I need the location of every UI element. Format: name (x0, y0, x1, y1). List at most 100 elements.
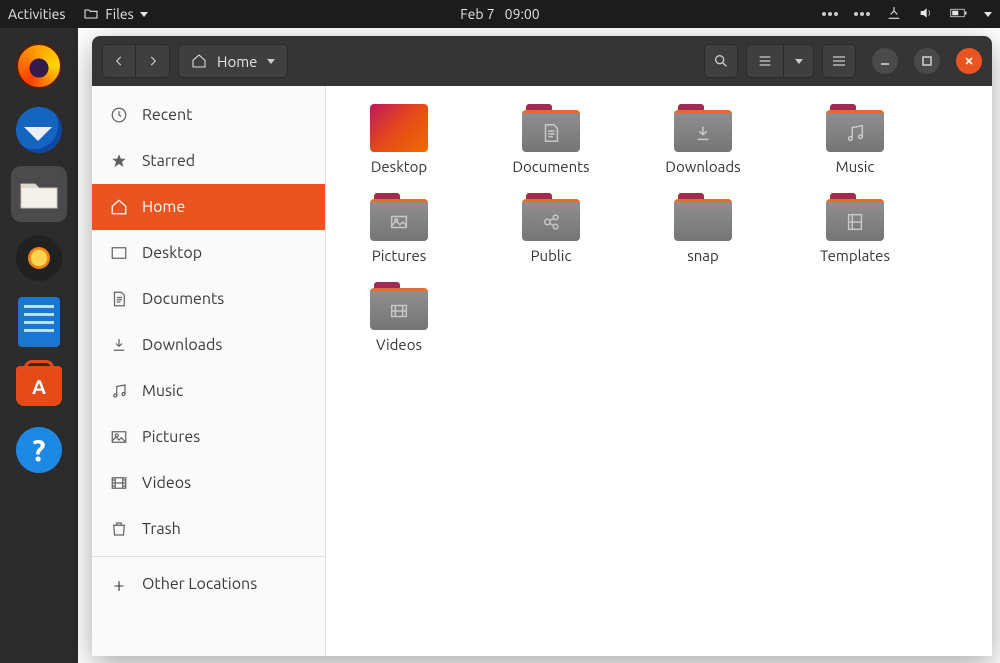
thunderbird-icon (16, 107, 62, 153)
dock-item-thunderbird[interactable] (11, 102, 67, 158)
chevron-down-icon (140, 12, 148, 17)
close-button[interactable] (956, 48, 982, 74)
dock-item-rhythmbox[interactable] (11, 230, 67, 286)
sidebar-item-starred[interactable]: Starred (92, 138, 325, 184)
sidebar-item-desktop[interactable]: Desktop (92, 230, 325, 276)
document-icon (18, 297, 60, 347)
file-label: Music (836, 158, 875, 175)
file-label: Desktop (371, 158, 427, 175)
chevron-down-icon (795, 59, 803, 64)
sidebar-item-pictures[interactable]: Pictures (92, 414, 325, 460)
network-icon[interactable] (886, 5, 902, 24)
panel-date: Feb 7 (460, 6, 494, 22)
file-item[interactable]: Videos (352, 282, 446, 353)
home-icon (110, 198, 128, 216)
file-label: Templates (820, 247, 890, 264)
forward-button[interactable] (136, 44, 170, 78)
sidebar-item-label: Home (142, 198, 185, 216)
shopping-bag-icon (16, 366, 62, 406)
app-menu-files[interactable]: Files (83, 6, 147, 22)
dock-item-writer[interactable] (11, 294, 67, 350)
desktop-thumbnail-icon (370, 104, 428, 152)
pictures-icon (110, 428, 128, 446)
sidebar-item-other-locations[interactable]: + Other Locations (92, 561, 325, 607)
back-button[interactable] (102, 44, 136, 78)
speaker-icon (16, 235, 62, 281)
sidebar-item-trash[interactable]: Trash (92, 506, 325, 552)
dock-item-files[interactable] (11, 166, 67, 222)
dock-item-help[interactable]: ? (11, 422, 67, 478)
folder-icon (674, 193, 732, 241)
sidebar-item-label: Videos (142, 474, 191, 492)
path-label: Home (217, 53, 257, 70)
sidebar-item-documents[interactable]: Documents (92, 276, 325, 322)
view-options-button[interactable] (784, 44, 814, 78)
help-icon: ? (16, 427, 62, 473)
hamburger-menu-button[interactable] (822, 44, 856, 78)
separator (92, 556, 325, 557)
sidebar-item-label: Recent (142, 106, 192, 124)
indicator-icon[interactable] (822, 12, 838, 16)
sidebar-item-label: Desktop (142, 244, 202, 262)
folder-icon (674, 104, 732, 152)
gnome-top-panel: Activities Files Feb 7 09:00 (0, 0, 1000, 28)
system-menu-chevron-icon[interactable] (984, 12, 992, 17)
dock-item-firefox[interactable] (11, 38, 67, 94)
sidebar-item-music[interactable]: Music (92, 368, 325, 414)
minimize-button[interactable] (872, 48, 898, 74)
file-item[interactable]: Desktop (352, 104, 446, 175)
folder-icon (83, 6, 99, 22)
sidebar-item-label: Starred (142, 152, 195, 170)
sidebar-item-videos[interactable]: Videos (92, 460, 325, 506)
file-item[interactable]: Pictures (352, 193, 446, 264)
file-item[interactable]: Downloads (656, 104, 750, 175)
folder-icon (522, 104, 580, 152)
file-label: Videos (376, 336, 422, 353)
nautilus-window: Home Recent Starred Home (92, 36, 992, 656)
file-label: snap (687, 247, 719, 264)
folder-icon (370, 193, 428, 241)
sidebar-item-recent[interactable]: Recent (92, 92, 325, 138)
plus-icon: + (110, 573, 128, 596)
file-item[interactable]: Public (504, 193, 598, 264)
file-label: Documents (512, 158, 589, 175)
dock: ? (0, 28, 78, 663)
videos-icon (110, 474, 128, 492)
download-icon (110, 336, 128, 354)
search-button[interactable] (704, 44, 738, 78)
maximize-button[interactable] (914, 48, 940, 74)
document-icon (110, 290, 128, 308)
file-item[interactable]: Templates (808, 193, 902, 264)
app-menu-label: Files (105, 6, 133, 22)
sidebar-item-downloads[interactable]: Downloads (92, 322, 325, 368)
file-item[interactable]: snap (656, 193, 750, 264)
volume-icon[interactable] (918, 5, 934, 24)
list-view-button[interactable] (746, 44, 784, 78)
panel-time: 09:00 (505, 6, 540, 22)
battery-icon[interactable] (950, 6, 968, 23)
dock-item-software[interactable] (11, 358, 67, 414)
trash-icon (110, 520, 128, 538)
indicator-icon[interactable] (854, 12, 870, 16)
path-bar[interactable]: Home (178, 44, 288, 78)
sidebar-item-label: Trash (142, 520, 181, 538)
chevron-down-icon (267, 59, 275, 64)
files-icon (17, 174, 61, 214)
folder-icon (522, 193, 580, 241)
star-icon (110, 152, 128, 170)
clock[interactable]: Feb 7 09:00 (460, 6, 539, 22)
activities-button[interactable]: Activities (8, 6, 65, 22)
header-bar: Home (92, 36, 992, 86)
file-view[interactable]: Desktop Documents Downloads Music Pictures Pu… (326, 86, 992, 656)
sidebar-item-home[interactable]: Home (92, 184, 325, 230)
file-item[interactable]: Documents (504, 104, 598, 175)
file-label: Pictures (372, 247, 427, 264)
file-item[interactable]: Music (808, 104, 902, 175)
folder-icon (370, 282, 428, 330)
sidebar-item-label: Documents (142, 290, 224, 308)
firefox-icon (16, 43, 62, 89)
sidebar-item-label: Other Locations (142, 575, 257, 593)
sidebar-item-label: Pictures (142, 428, 200, 446)
places-sidebar: Recent Starred Home Desktop Documents Do… (92, 86, 326, 656)
clock-icon (110, 106, 128, 124)
